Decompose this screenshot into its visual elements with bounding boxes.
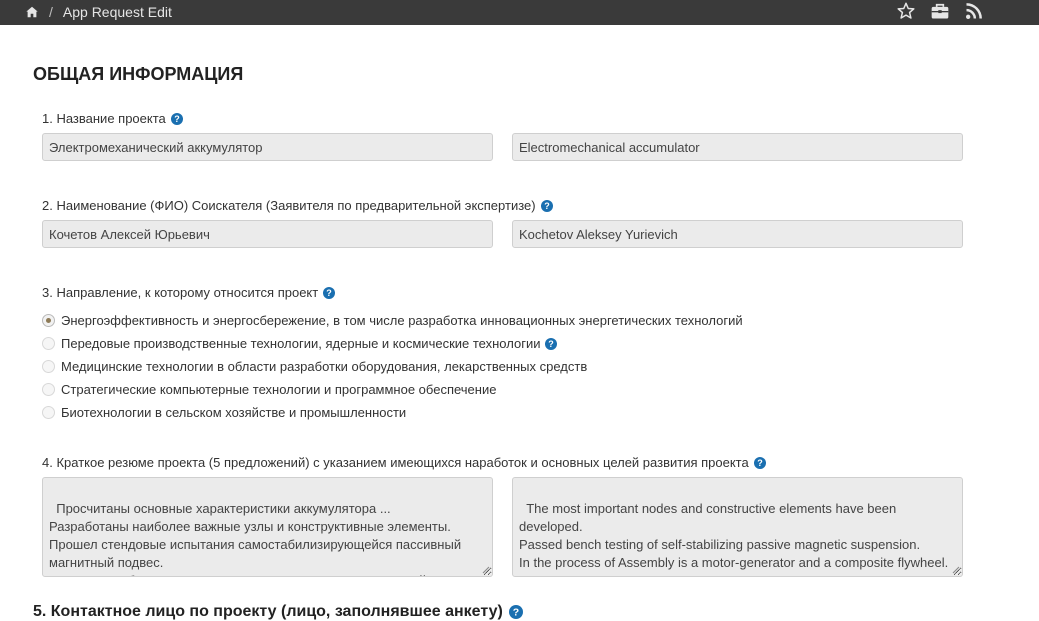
star-icon[interactable] (896, 1, 916, 21)
summary-label-text: 4. Краткое резюме проекта (5 предложений… (42, 455, 749, 470)
help-icon[interactable]: ? (323, 286, 336, 299)
svg-text:?: ? (326, 288, 332, 298)
svg-text:?: ? (513, 607, 519, 619)
home-icon[interactable] (25, 5, 39, 19)
resize-grip-icon[interactable] (952, 566, 960, 574)
help-icon[interactable]: ? (508, 605, 523, 619)
radio-button[interactable] (42, 314, 55, 327)
breadcrumb-current: App Request Edit (62, 4, 172, 20)
summary-ru-textarea[interactable]: Просчитаны основные характеристики аккум… (42, 477, 493, 577)
radio-button[interactable] (42, 337, 55, 350)
direction-option-label: Биотехнологии в сельском хозяйстве и про… (61, 405, 407, 420)
applicant-label: 2. Наименование (ФИО) Соискателя (Заявит… (42, 198, 553, 213)
rss-icon[interactable] (964, 1, 984, 21)
project-name-label-text: 1. Название проекта (42, 111, 166, 126)
radio-button[interactable] (42, 360, 55, 373)
resize-grip-icon[interactable] (482, 566, 490, 574)
svg-text:?: ? (174, 114, 180, 124)
contact-section-title: 5. Контактное лицо по проекту (лицо, зап… (33, 603, 523, 621)
top-actions (896, 1, 984, 21)
briefcase-icon[interactable] (930, 1, 950, 21)
help-icon[interactable]: ? (753, 456, 766, 469)
svg-text:?: ? (757, 458, 763, 468)
summary-ru-text: Просчитаны основные характеристики аккум… (49, 501, 483, 576)
applicant-label-text: 2. Наименование (ФИО) Соискателя (Заявит… (42, 198, 536, 213)
summary-en-text: The most important nodes and constructiv… (519, 501, 949, 570)
contact-section-title-text: 5. Контактное лицо по проекту (лицо, зап… (33, 603, 503, 620)
direction-option-label: Стратегические компьютерные технологии и… (61, 382, 497, 397)
breadcrumb-separator: / (49, 4, 53, 20)
svg-text:?: ? (549, 339, 555, 349)
direction-option[interactable]: Передовые производственные технологии, я… (42, 336, 558, 351)
svg-text:?: ? (544, 201, 550, 211)
summary-en-textarea[interactable]: The most important nodes and constructiv… (512, 477, 963, 577)
direction-option-label: Передовые производственные технологии, я… (61, 336, 541, 351)
direction-option[interactable]: Стратегические компьютерные технологии и… (42, 382, 496, 397)
direction-option-label: Энергоэффективность и энергосбережение, … (61, 313, 743, 328)
radio-button[interactable] (42, 406, 55, 419)
direction-label: 3. Направление, к которому относится про… (42, 285, 336, 300)
applicant-ru-input[interactable] (42, 220, 493, 248)
direction-option[interactable]: Энергоэффективность и энергосбережение, … (42, 313, 743, 328)
help-icon[interactable]: ? (540, 199, 553, 212)
direction-label-text: 3. Направление, к которому относится про… (42, 285, 319, 300)
direction-option[interactable]: Медицинские технологии в области разрабо… (42, 359, 587, 374)
project-name-ru-input[interactable] (42, 133, 493, 161)
help-icon[interactable]: ? (545, 337, 558, 350)
top-bar: / App Request Edit (0, 0, 1039, 25)
project-name-en-input[interactable] (512, 133, 963, 161)
direction-option-label: Медицинские технологии в области разрабо… (61, 359, 588, 374)
summary-label: 4. Краткое резюме проекта (5 предложений… (42, 455, 766, 470)
help-icon[interactable]: ? (170, 112, 183, 125)
project-name-label: 1. Название проекта ? (42, 111, 183, 126)
radio-button[interactable] (42, 383, 55, 396)
direction-option[interactable]: Биотехнологии в сельском хозяйстве и про… (42, 405, 406, 420)
applicant-en-input[interactable] (512, 220, 963, 248)
section-title: ОБЩАЯ ИНФОРМАЦИЯ (33, 64, 244, 84)
breadcrumb: / App Request Edit (25, 3, 172, 21)
